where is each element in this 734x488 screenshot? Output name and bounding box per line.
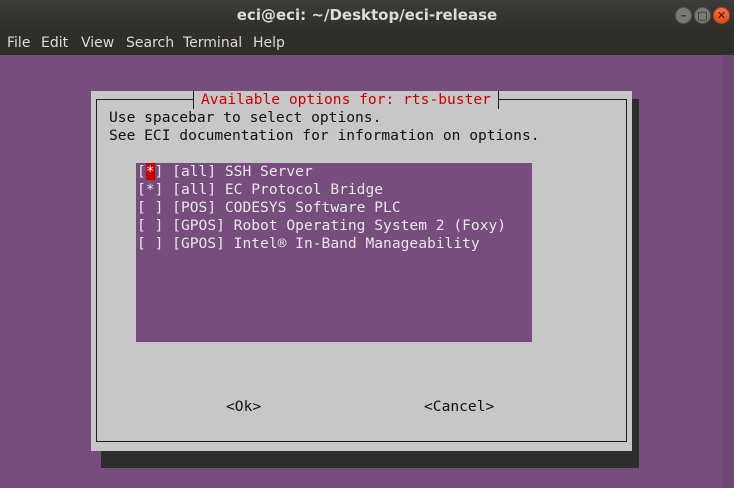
option-ros2-foxy[interactable]: [ ] [GPOS] Robot Operating System 2 (Fox… [137,217,506,235]
checkbox-open: [ [137,235,146,252]
option-codesys-plc[interactable]: [ ] [POS] CODESYS Software PLC [137,199,401,217]
option-ssh-server[interactable]: [*] [all] SSH Server [137,163,313,181]
window-title-bar[interactable]: eci@eci: ~/Desktop/eci-release – □ ✕ [0,0,734,31]
option-label: [POS] CODESYS Software PLC [163,199,401,216]
close-icon[interactable]: ✕ [713,7,730,24]
option-inband-manageability[interactable]: [ ] [GPOS] Intel® In-Band Manageability [137,235,480,253]
scrollbar[interactable] [722,55,734,488]
option-label: [all] EC Protocol Bridge [163,181,384,198]
maximize-icon[interactable]: □ [694,7,711,24]
option-label: [GPOS] Robot Operating System 2 (Foxy) [163,217,507,234]
checkbox-open: [ [137,217,146,234]
option-label: [all] SSH Server [163,163,313,180]
option-label: [GPOS] Intel® In-Band Manageability [163,235,480,252]
menu-help[interactable]: Help [253,35,285,51]
menu-view[interactable]: View [81,35,114,51]
checkbox-open: [ [137,181,146,198]
dialog-title: Available options for: rts-buster [193,91,499,109]
checkbox-mark[interactable] [146,235,155,252]
checkbox-mark[interactable]: * [145,163,155,180]
checkbox-open: [ [137,163,146,180]
ok-button[interactable]: <Ok> [226,398,261,416]
menu-file[interactable]: File [7,35,30,51]
checkbox-mark[interactable] [146,217,155,234]
window-title: eci@eci: ~/Desktop/eci-release [236,6,498,24]
checkbox-mark[interactable] [146,199,155,216]
cancel-button[interactable]: <Cancel> [424,398,494,416]
checkbox-open: [ [137,199,146,216]
option-ec-protocol-bridge[interactable]: [*] [all] EC Protocol Bridge [137,181,383,199]
minimize-icon[interactable]: – [675,7,692,24]
menu-edit[interactable]: Edit [41,35,68,51]
checkbox-mark[interactable]: * [146,181,155,198]
instruction-line-1: Use spacebar to select options. [109,109,382,126]
menu-search[interactable]: Search [126,35,174,51]
menu-bar: File Edit View Search Terminal Help [0,31,734,55]
instruction-line-2: See ECI documentation for information on… [109,127,540,144]
menu-terminal[interactable]: Terminal [183,35,242,51]
